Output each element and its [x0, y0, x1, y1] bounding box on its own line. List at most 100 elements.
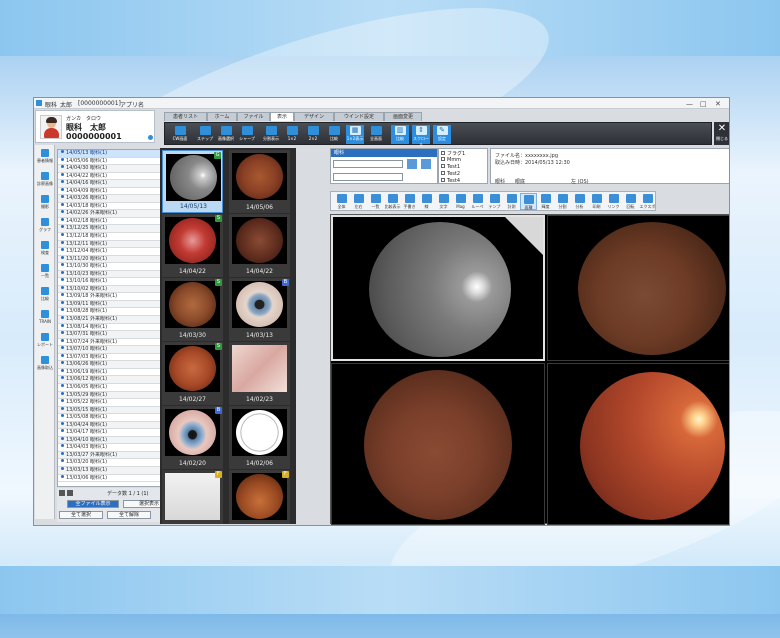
view-tool-button[interactable]: エクスポ [639, 193, 656, 210]
ribbon-button-selected[interactable]: ▥ 比較 [391, 125, 409, 144]
tab-view[interactable]: 表示 [270, 112, 294, 121]
ribbon-button[interactable]: 比較 [325, 125, 343, 144]
ribbon-toolbar: CW画面 ステップ 画像選択 シャープ 分割表示 1×2 2×2 比較 ▦ 1×2… [164, 122, 712, 147]
ribbon-button-selected[interactable]: ⇕ スクロール [412, 125, 430, 147]
minimize-button[interactable]: — [686, 100, 693, 108]
view-tool-button[interactable]: 回転 [622, 193, 639, 210]
view-tool-button[interactable]: ルーペ [469, 193, 486, 210]
ribbon-button[interactable]: 1×2 [283, 125, 301, 144]
thumbnail[interactable]: 14/05/06 [229, 150, 290, 213]
view-tool-button[interactable]: 分析 [571, 193, 588, 210]
nav-exam[interactable]: 検査 [37, 239, 53, 261]
close-panel-button[interactable]: ✕ 閉じる [714, 122, 729, 145]
view-tool-button[interactable]: 左右 [350, 193, 367, 210]
thumbnail[interactable]: B 14/02/20 [162, 406, 223, 469]
folder-icon [61, 376, 64, 380]
view-tool-button[interactable]: 輝度 [537, 193, 554, 210]
tool-icon [557, 194, 568, 203]
view-tool-button[interactable]: 全体 [333, 193, 350, 210]
ribbon-button[interactable]: 全画面 [367, 125, 385, 144]
view-tool-button[interactable]: リンク [605, 193, 622, 210]
view-tool-button[interactable]: Mag [452, 193, 469, 210]
ribbon-button[interactable]: 画像選択 [217, 125, 235, 144]
date-list-label: 13/04/17 眼科(1) [66, 429, 108, 436]
date-list-label: 13/11/20 眼科(1) [66, 255, 108, 262]
thumbnail[interactable]: 14/04/22 [229, 214, 290, 277]
tab-home[interactable]: ホーム [207, 112, 237, 121]
nav-capture[interactable]: 撮影 [37, 193, 53, 215]
tab-file[interactable]: ファイル [237, 112, 270, 121]
flag-checkbox[interactable]: Test1 [441, 164, 460, 170]
thumbnail-fundus [236, 474, 283, 519]
ribbon-button-selected[interactable]: ✎ 設定 [433, 125, 451, 144]
date-list-label: 13/03/13 眼科(1) [66, 466, 108, 473]
thumbnail[interactable]: S 14/03/30 [162, 278, 223, 341]
folder-icon [61, 316, 64, 320]
thumbnail[interactable]: F [229, 470, 290, 524]
maximize-button[interactable]: □ [700, 100, 707, 108]
thumbnail[interactable]: S 14/02/27 [162, 342, 223, 405]
tab-screen-change[interactable]: 画面変更 [384, 112, 422, 121]
folder-icon [61, 308, 64, 312]
deselect-all-button[interactable]: 全て解除 [107, 511, 151, 519]
nav-list[interactable]: 一覧 [37, 262, 53, 284]
ribbon-button[interactable]: シャープ [238, 125, 256, 144]
selector-dropdown[interactable] [333, 160, 403, 168]
dropdown-button[interactable] [407, 159, 417, 169]
selector-dropdown[interactable] [333, 173, 403, 181]
view-tool-button[interactable]: 一覧 [367, 193, 384, 210]
viewer-cell[interactable] [547, 215, 729, 361]
view-tool-button[interactable]: 比較表示 [384, 193, 401, 210]
ribbon-button-selected[interactable]: ▦ 1×2表示 [346, 125, 364, 144]
view-tool-button[interactable]: 線 [418, 193, 435, 210]
tab-window-settings[interactable]: ウインド設定 [334, 112, 384, 121]
thumbnail[interactable]: S 14/04/22 [162, 214, 223, 277]
select-all-button[interactable]: 全て選択 [59, 511, 103, 519]
ribbon-label: 画像選択 [218, 136, 234, 141]
view-tool-button[interactable]: 面積 [520, 193, 537, 210]
view-tool-button[interactable]: 印刷 [588, 193, 605, 210]
viewer-cell[interactable] [331, 363, 545, 525]
sort-icon[interactable] [67, 490, 73, 496]
ribbon-button[interactable]: CW画面 [169, 125, 191, 144]
view-tool-button[interactable]: テンプ [486, 193, 503, 210]
date-list-label: 13/05/29 眼科(1) [66, 391, 108, 398]
close-window-button[interactable]: ✕ [715, 100, 721, 108]
nav-patient-info[interactable]: 患者情報 [37, 147, 53, 169]
dropdown-button[interactable] [421, 159, 431, 169]
view-tool-button[interactable]: 分割 [554, 193, 571, 210]
info-icon[interactable] [148, 135, 153, 140]
nav-exam-images[interactable]: 診察画像 [37, 170, 53, 192]
flag-checkbox[interactable]: フラグ1 [441, 150, 465, 157]
thumbnail[interactable]: B 14/03/13 [229, 278, 290, 341]
flag-checkbox[interactable]: Mmm [441, 157, 461, 163]
page-corner [505, 217, 543, 255]
ribbon-button[interactable]: 分割表示 [262, 125, 280, 144]
view-tool-button[interactable]: 文字 [435, 193, 452, 210]
thumbnail[interactable]: G 14/05/13 [162, 150, 223, 213]
tab-patient-list[interactable]: 患者リスト [164, 112, 207, 121]
thumbnail[interactable]: 14/02/23 [229, 342, 290, 405]
view-tool-button[interactable]: 手書き [401, 193, 418, 210]
ribbon-button[interactable]: 2×2 [304, 125, 322, 144]
flag-checklist: フラグ1 Mmm Test1 Test2 Test4 [438, 148, 488, 184]
thumbnail[interactable]: F [162, 470, 223, 524]
tab-design[interactable]: デザイン [294, 112, 334, 121]
thumbnail-date: 14/03/30 [179, 332, 206, 339]
show-all-files-button[interactable]: 全ファイル表示 [67, 500, 119, 508]
viewer-cell-selected[interactable] [331, 215, 545, 361]
nav-compare[interactable]: 比較 [37, 285, 53, 307]
thumbnail[interactable]: 14/02/06 [229, 406, 290, 469]
tool-icon [642, 194, 653, 203]
viewer-cell[interactable] [547, 363, 729, 525]
flag-checkbox[interactable]: Test2 [441, 171, 460, 177]
nav-report[interactable]: レポート [37, 331, 53, 353]
view-tool-button[interactable]: 計測 [503, 193, 520, 210]
nav-train[interactable]: TRAIN [37, 308, 53, 330]
nav-graph[interactable]: グラフ [37, 216, 53, 238]
flag-checkbox[interactable]: Test4 [441, 178, 460, 184]
filter-icon[interactable] [59, 490, 65, 496]
ribbon-button[interactable]: ステップ [196, 125, 214, 144]
thumbnail-image [232, 153, 287, 200]
nav-import[interactable]: 画像取込 [37, 354, 53, 376]
